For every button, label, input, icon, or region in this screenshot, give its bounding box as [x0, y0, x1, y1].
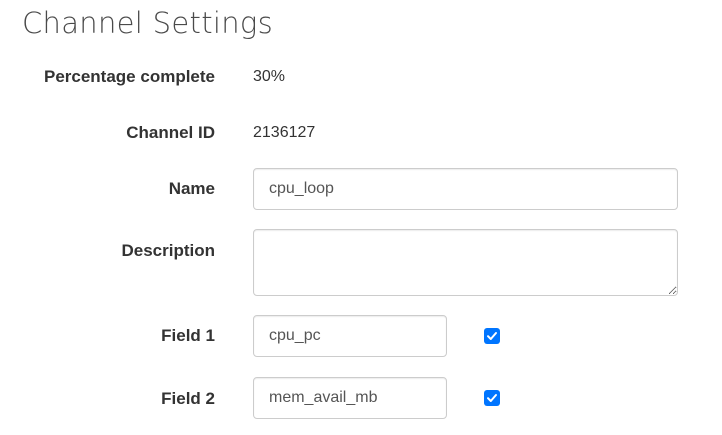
name-label: Name [168, 179, 215, 198]
field-2-label: Field 2 [161, 389, 215, 408]
field-1-label: Field 1 [161, 326, 215, 345]
checkmark-icon [487, 394, 497, 402]
field-1-checkbox[interactable] [484, 328, 500, 344]
percentage-complete-value: 30% [253, 68, 286, 85]
description-textarea[interactable] [253, 229, 678, 296]
checkmark-icon [487, 332, 497, 340]
field-2-input[interactable] [253, 377, 447, 419]
channel-id-label: Channel ID [126, 123, 215, 142]
page-title: Channel Settings [22, 6, 274, 40]
field-1-input[interactable] [253, 315, 447, 357]
name-input[interactable] [253, 168, 678, 210]
field-2-checkbox[interactable] [484, 390, 500, 406]
description-label: Description [121, 241, 215, 260]
percentage-complete-label: Percentage complete [43, 67, 215, 86]
channel-id-value: 2136127 [253, 124, 316, 141]
